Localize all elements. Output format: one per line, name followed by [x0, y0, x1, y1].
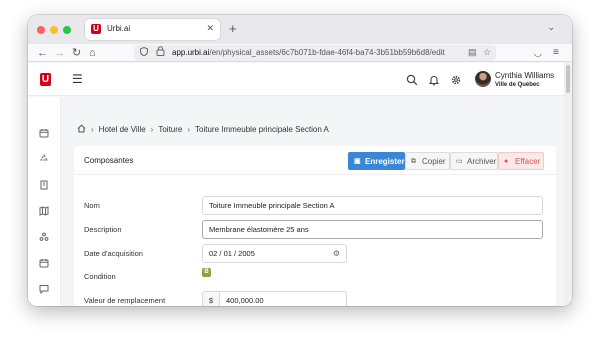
breadcrumb: › Hotel de Ville › Toiture › Toiture Imm…	[77, 123, 329, 135]
description-input[interactable]: Membrane élastomère 25 ans	[202, 220, 543, 239]
copy-button[interactable]: ⧉ Copier	[405, 152, 450, 170]
reader-view-icon[interactable]: ▤	[468, 47, 477, 58]
page-scrollbar[interactable]	[564, 63, 572, 306]
copy-icon: ⧉	[411, 158, 416, 165]
bookmark-star-icon[interactable]: ☆	[483, 47, 491, 58]
breadcrumb-item[interactable]: Toiture	[158, 125, 182, 134]
notification-bell-icon[interactable]	[428, 73, 440, 86]
acquisition-date-input[interactable]: 02 / 01 / 2005 ⚙	[202, 244, 347, 263]
delete-icon: ●	[504, 158, 509, 165]
sidebar	[28, 97, 61, 306]
sidebar-map-icon[interactable]	[39, 203, 49, 216]
breadcrumb-separator-icon: ›	[91, 124, 94, 134]
close-tab-icon[interactable]: ✕	[206, 23, 214, 34]
replacement-value-label: Valeur de remplacement	[84, 296, 166, 305]
navigation-bar: ← → ↻ ⌂ app.urbi.ai/en/physical_assets/6…	[28, 44, 572, 62]
sidebar-schedule-icon[interactable]	[39, 255, 49, 268]
condition-label: Condition	[84, 272, 116, 281]
sidebar-chat-icon[interactable]	[39, 281, 49, 295]
name-label: Nom	[84, 201, 100, 210]
breadcrumb-separator-icon: ›	[150, 124, 154, 134]
site-permissions-icon[interactable]	[156, 46, 165, 58]
browser-window: U Urbi.ai ✕ + ⌄ ← → ↻ ⌂ app.urbi.ai/en/p…	[28, 15, 572, 306]
urbi-logo[interactable]: U	[40, 73, 51, 86]
acquisition-date-label: Date d'acquisition	[84, 249, 143, 258]
reload-icon[interactable]: ↻	[72, 46, 81, 60]
pocket-icon[interactable]: ◡	[534, 46, 542, 60]
minimize-window-button[interactable]	[50, 26, 58, 34]
sidebar-recycle-icon[interactable]	[39, 151, 49, 161]
app-viewport: U ☰ Cynthia Williams Ville de Québec › H…	[28, 63, 572, 306]
scrollbar-thumb[interactable]	[566, 65, 570, 93]
address-bar[interactable]: app.urbi.ai/en/physical_assets/6c7b071b-…	[134, 45, 496, 61]
urbi-favicon-icon: U	[91, 24, 101, 34]
home-icon[interactable]: ⌂	[89, 46, 96, 60]
breadcrumb-current: Toiture Immeuble principale Section A	[195, 124, 329, 134]
archive-icon: ▭	[456, 158, 463, 165]
tab-title: Urbi.ai	[107, 24, 131, 33]
user-city: Ville de Québec	[495, 82, 540, 88]
hamburger-menu-icon[interactable]: ☰	[72, 72, 83, 86]
maximize-window-button[interactable]	[63, 26, 71, 34]
user-avatar[interactable]	[475, 71, 491, 87]
description-label: Description	[84, 225, 122, 234]
url-host: app.urbi.ai	[172, 48, 210, 57]
url-text: app.urbi.ai/en/physical_assets/6c7b071b-…	[172, 48, 445, 57]
settings-gear-icon[interactable]	[450, 73, 462, 85]
card-title: Composantes	[84, 156, 134, 165]
breadcrumb-separator-icon: ›	[187, 124, 191, 134]
delete-button[interactable]: ● Effacer	[498, 152, 544, 170]
sidebar-calendar-icon[interactable]	[39, 125, 49, 138]
save-button[interactable]: ▣ Enregister	[348, 152, 405, 170]
tab-strip: U Urbi.ai ✕ + ⌄	[28, 15, 572, 44]
card-header: Composantes ▣ Enregister ⧉ Copier ▭ Archive…	[74, 146, 556, 175]
sidebar-network-icon[interactable]	[39, 229, 49, 241]
close-window-button[interactable]	[37, 26, 45, 34]
breadcrumb-item[interactable]: Hotel de Ville	[99, 125, 146, 134]
url-path: /en/physical_assets/6c7b071b-fdae-46f4-b…	[209, 48, 445, 57]
name-input[interactable]: Toiture Immeuble principale Section A	[202, 196, 543, 215]
calendar-picker-icon[interactable]: ⚙	[333, 245, 340, 262]
breadcrumb-home-icon[interactable]	[77, 124, 86, 135]
currency-prefix: $	[202, 291, 219, 306]
condition-badge[interactable]: B	[202, 268, 211, 277]
archive-button[interactable]: ▭ Archiver	[450, 152, 498, 170]
save-icon: ▣	[354, 158, 361, 165]
sidebar-building-icon[interactable]	[39, 177, 49, 190]
acquisition-date-value: 02 / 01 / 2005	[209, 249, 255, 258]
user-name[interactable]: Cynthia Williams	[495, 71, 554, 80]
browser-tab[interactable]: U Urbi.ai ✕	[85, 19, 220, 40]
forward-arrow-icon[interactable]: →	[54, 46, 65, 60]
back-arrow-icon[interactable]: ←	[37, 46, 48, 60]
replacement-value-input[interactable]: 400,000.00	[219, 291, 347, 306]
new-tab-icon[interactable]: +	[229, 21, 237, 36]
app-header: U ☰ Cynthia Williams Ville de Québec	[28, 63, 564, 96]
tracking-shield-icon[interactable]	[140, 46, 148, 58]
app-menu-icon[interactable]: ≡	[553, 46, 559, 60]
tab-list-chevron-icon[interactable]: ⌄	[547, 22, 555, 33]
search-icon[interactable]	[406, 73, 418, 86]
